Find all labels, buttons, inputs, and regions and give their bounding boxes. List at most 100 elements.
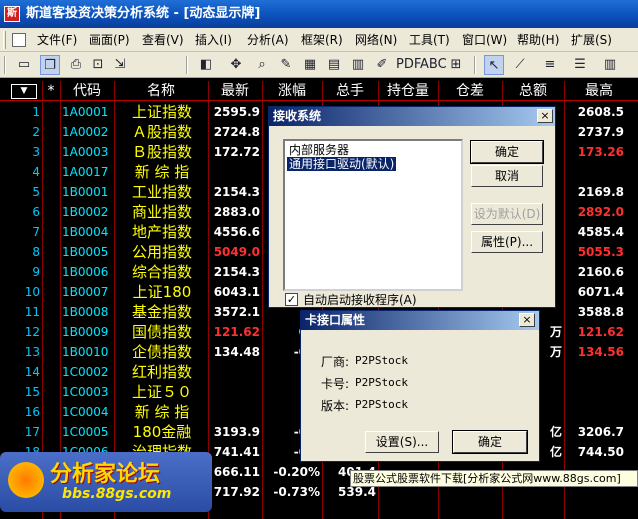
column-menu-button[interactable]: ▼ [11, 84, 37, 99]
settings-button[interactable]: 设置(S)... [365, 431, 439, 453]
move-icon[interactable]: ✥ [226, 55, 246, 75]
row-code: 1C0005 [62, 425, 109, 439]
menu-view[interactable]: 查看(V) [139, 31, 187, 49]
col-name[interactable]: 名称 [114, 81, 208, 101]
row-name: 国债指数 [131, 323, 192, 341]
row-latest: 666.11 [213, 465, 260, 479]
row-latest: 121.62 [213, 325, 260, 339]
col-star[interactable]: * [42, 81, 60, 101]
row-latest: 172.72 [213, 145, 260, 159]
logo-icon [8, 462, 44, 498]
text-icon[interactable]: ≡ [540, 55, 560, 75]
col-open-interest[interactable]: 持仓量 [378, 81, 438, 101]
col-latest[interactable]: 最新 [208, 81, 262, 101]
auto-start-label: 自动启动接收程序(A) [303, 293, 417, 307]
menu-view-page[interactable]: 画面(P) [86, 31, 133, 49]
pdf-icon[interactable]: PDF [396, 55, 421, 75]
bars-icon[interactable]: ▥ [600, 55, 620, 75]
window-title: 斯道客投资决策分析系统 - [动态显示牌] [26, 6, 261, 21]
line-icon[interactable]: ⟋ [510, 55, 530, 75]
row-high: 173.26 [577, 145, 624, 159]
menu-insert[interactable]: 插入(I) [192, 31, 235, 49]
ok-button[interactable]: 确定 [470, 140, 544, 164]
menu-extend[interactable]: 扩展(S) [568, 31, 615, 49]
menu-bar: 文件(F) 画面(P) 查看(V) 插入(I) 分析(A) 框架(R) 网络(N… [0, 28, 638, 52]
row-high: 2169.8 [577, 185, 624, 199]
toolbar: ▭ ❐ ⎙ ⊡ ⇲ ◧ ✥ ⌕ ✎ ▦ ▤ ▥ ✐ PDF ABC ⊞ ↖ ⟋ … [0, 52, 638, 78]
menu-window[interactable]: 窗口(W) [459, 31, 510, 49]
search-icon[interactable]: ⌕ [252, 55, 272, 75]
row-high: 5055.3 [577, 245, 624, 259]
close-icon[interactable]: × [519, 313, 535, 327]
menu-file[interactable]: 文件(F) [34, 31, 80, 49]
list-item-selected[interactable]: 通用接口驱动(默认) [287, 157, 397, 171]
row-high: 2737.9 [577, 125, 624, 139]
abc-icon[interactable]: ABC [420, 55, 447, 75]
row-high [564, 162, 624, 182]
row-name: 上证180 [132, 283, 192, 301]
calc-icon[interactable]: ▦ [300, 55, 320, 75]
row-name: 180金融 [132, 423, 192, 441]
row-name: 红利指数 [131, 363, 192, 381]
cancel-button[interactable]: 取消 [471, 165, 543, 187]
row-latest: 717.92 [213, 485, 260, 499]
pointer-icon[interactable]: ↖ [484, 55, 504, 75]
ok-button[interactable]: 确定 [452, 430, 528, 454]
row-latest [208, 362, 260, 382]
edit-icon[interactable]: ✐ [372, 55, 392, 75]
row-latest [208, 162, 260, 182]
row-index: 2 [32, 125, 40, 139]
menu-frame[interactable]: 框架(R) [298, 31, 346, 49]
doc-icon[interactable]: ▤ [324, 55, 344, 75]
auto-start-checkbox[interactable]: ✓ [285, 293, 298, 306]
col-interest-change[interactable]: 仓差 [438, 81, 502, 101]
layout-icon[interactable]: ◧ [196, 55, 216, 75]
col-change[interactable]: 涨幅 [262, 81, 322, 101]
row-high: 744.50 [577, 445, 624, 459]
row-change: -0.73% [273, 485, 320, 499]
grid-icon[interactable]: ⊞ [446, 55, 466, 75]
pencil-icon[interactable]: ✎ [276, 55, 296, 75]
menu-tools[interactable]: 工具(T) [406, 31, 453, 49]
version-label: 版本: [321, 399, 350, 413]
row-index: 5 [32, 185, 40, 199]
version-value: P2PStock [355, 398, 408, 411]
row-name: 新 综 指 [134, 163, 190, 181]
copy-icon[interactable]: ❐ [40, 55, 60, 75]
col-amount[interactable]: 总额 [502, 81, 564, 101]
row-index: 17 [24, 425, 40, 439]
row-code: 1C0002 [62, 365, 109, 379]
row-latest: 3572.1 [213, 305, 260, 319]
col-code[interactable]: 代码 [60, 81, 114, 101]
row-name: 商业指数 [131, 203, 192, 221]
set-default-button[interactable]: 设为默认(D) [471, 203, 543, 225]
row-index: 14 [24, 365, 40, 379]
row-index: 6 [32, 205, 40, 219]
row-index: 16 [24, 405, 40, 419]
menu-network[interactable]: 网络(N) [352, 31, 400, 49]
list-item[interactable]: 内部服务器 [287, 143, 351, 157]
vendor-value: P2PStock [355, 354, 408, 367]
menu-analysis[interactable]: 分析(A) [244, 31, 292, 49]
row-name: Ｂ股指数 [131, 143, 192, 161]
row-code: 1B0005 [62, 245, 109, 259]
col-volume[interactable]: 总手 [322, 81, 378, 101]
row-latest: 6043.1 [213, 285, 260, 299]
row-high: 134.56 [577, 345, 624, 359]
document-icon[interactable] [12, 33, 26, 47]
list-icon[interactable]: ☰ [570, 55, 590, 75]
link-icon[interactable]: ⇲ [110, 55, 130, 75]
close-icon[interactable]: × [537, 109, 553, 123]
open-icon[interactable]: ▭ [14, 55, 34, 75]
row-high: 121.62 [577, 325, 624, 339]
receiver-list[interactable]: 内部服务器 通用接口驱动(默认) [283, 139, 463, 291]
table-icon[interactable]: ▥ [348, 55, 368, 75]
print-icon[interactable]: ⎙ [66, 55, 86, 75]
row-name: 地产指数 [131, 223, 192, 241]
card-number-label: 卡号: [321, 377, 350, 391]
menu-help[interactable]: 帮助(H) [514, 31, 562, 49]
row-latest: 2154.3 [213, 265, 260, 279]
zoom-icon[interactable]: ⊡ [88, 55, 108, 75]
col-high[interactable]: 最高 [564, 81, 634, 101]
properties-button[interactable]: 属性(P)... [471, 231, 543, 253]
